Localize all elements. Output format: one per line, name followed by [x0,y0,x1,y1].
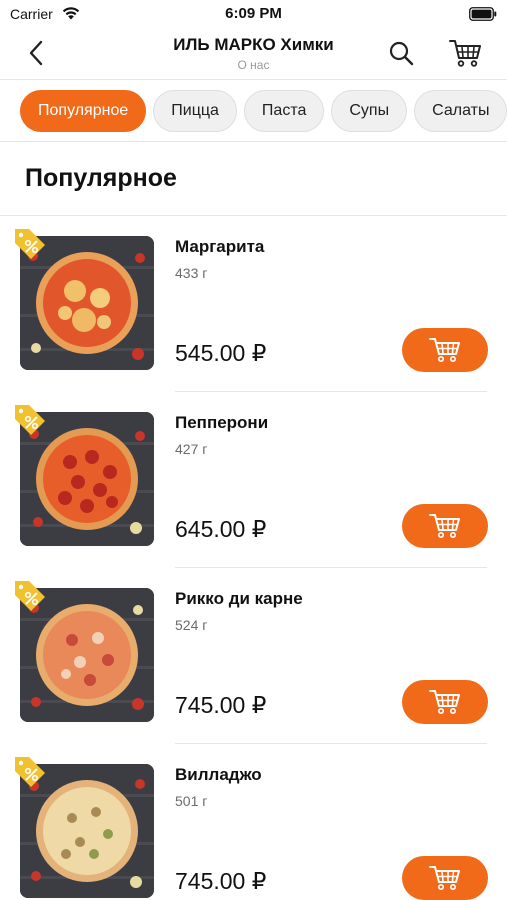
add-to-cart-button[interactable] [402,680,488,724]
product-name: Пепперони [175,413,269,432]
product-card[interactable]: Вилладжо 501 г 745.00 ₽ [0,744,507,900]
product-card[interactable]: Маргарита 433 г 545.00 ₽ [0,216,507,392]
status-bar: Carrier 6:09 PM [0,0,507,28]
battery-icon [469,7,497,21]
category-chip-soups[interactable]: Супы [331,90,408,132]
status-time: 6:09 PM [225,5,282,22]
category-tabs: Популярное Пицца Паста Супы Салаты [0,80,507,142]
product-price: 645.00 ₽ [175,516,267,542]
section-title: Популярное [25,164,177,192]
add-to-cart-button[interactable] [402,504,488,548]
category-chip-pasta[interactable]: Паста [243,90,325,132]
restaurant-title: ИЛЬ МАРКО Химки [173,35,334,54]
product-name: Вилладжо [175,765,262,784]
add-to-cart-icon [429,690,460,715]
add-to-cart-icon [429,514,460,539]
product-weight: 427 г [175,441,208,457]
cart-icon[interactable] [448,37,482,69]
about-link[interactable]: О нас [0,58,507,72]
promo-tag-icon [15,405,45,435]
product-card[interactable]: Пепперони 427 г 645.00 ₽ [0,392,507,568]
category-chip-salads[interactable]: Салаты [414,90,507,132]
product-weight: 524 г [175,617,208,633]
product-name: Маргарита [175,237,265,256]
product-weight: 501 г [175,793,208,809]
add-to-cart-icon [429,866,460,891]
promo-tag-icon [15,581,45,611]
add-to-cart-button[interactable] [402,328,488,372]
product-price: 745.00 ₽ [175,868,267,894]
category-chip-pizza[interactable]: Пицца [153,90,237,132]
product-price: 545.00 ₽ [175,340,267,366]
product-name: Рикко ди карне [175,589,303,608]
product-price: 745.00 ₽ [175,692,267,718]
search-icon[interactable] [386,38,416,68]
add-to-cart-icon [429,338,460,363]
add-to-cart-button[interactable] [402,856,488,900]
promo-tag-icon [15,757,45,787]
product-weight: 433 г [175,265,208,281]
promo-tag-icon [15,229,45,259]
nav-bar: ИЛЬ МАРКО Химки О нас [0,28,507,80]
category-chip-popular[interactable]: Популярное [20,90,147,132]
product-card[interactable]: Рикко ди карне 524 г 745.00 ₽ [0,568,507,744]
